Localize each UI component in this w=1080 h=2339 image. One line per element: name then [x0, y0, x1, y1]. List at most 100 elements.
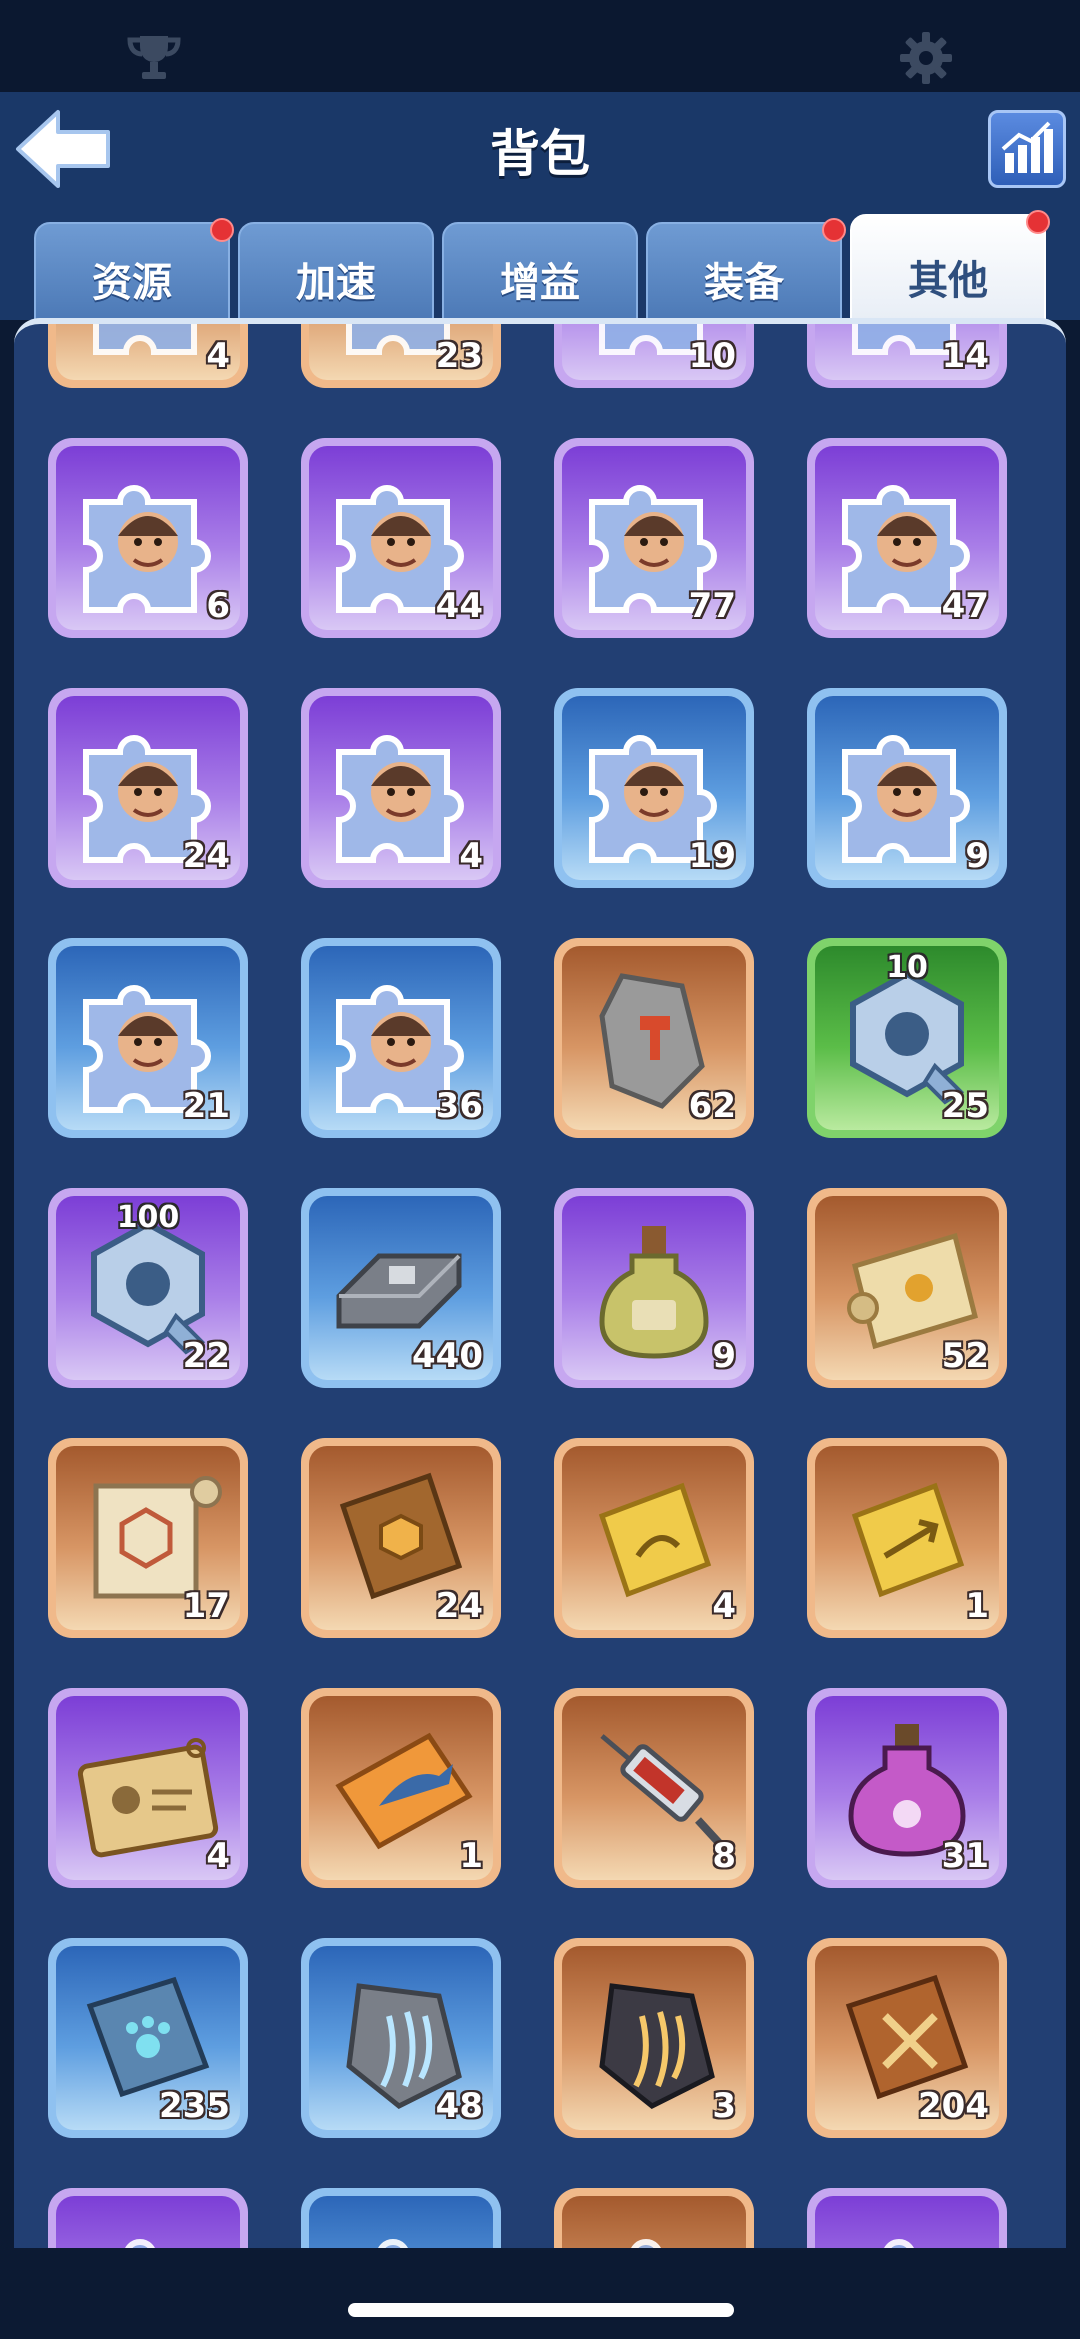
item-slot[interactable]: 62 [554, 938, 754, 1138]
item-slot[interactable]: 23 [301, 324, 501, 388]
item-slot-frame: 14 [815, 324, 999, 380]
item-count: 21 [182, 1086, 230, 1126]
item-count: 31 [941, 1836, 989, 1876]
tab-bar: 资源 加速 增益 装备 其他 [0, 200, 1080, 322]
item-count: 24 [435, 1586, 483, 1626]
item-slot-frame [815, 2196, 999, 2254]
item-slot[interactable]: 4 [301, 688, 501, 888]
item-slot[interactable]: 44 [301, 438, 501, 638]
item-slot[interactable]: 440 [301, 1188, 501, 1388]
item-slot[interactable]: 1 [807, 1438, 1007, 1638]
item-slot[interactable]: 235 [48, 1938, 248, 2138]
item-slot[interactable]: 100 22 [48, 1188, 248, 1388]
item-slot-frame: 440 [309, 1196, 493, 1380]
puzzle-icon [346, 2239, 450, 2254]
item-slot[interactable]: 8 [554, 1688, 754, 1888]
inventory-panel[interactable]: 4 23 10 14 6 44 77 47 24 4 19 9 21 36 62 10 25 100 22 440 9 5… [14, 318, 1066, 2254]
item-slot[interactable]: 4 [554, 1438, 754, 1638]
item-count: 10 [688, 336, 736, 376]
item-count: 6 [206, 586, 230, 626]
item-slot[interactable]: 204 [807, 1938, 1007, 2138]
item-slot[interactable] [807, 2188, 1007, 2254]
header: 背包 [0, 92, 1080, 210]
item-slot[interactable]: 9 [554, 1188, 754, 1388]
item-slot[interactable]: 19 [554, 688, 754, 888]
item-slot[interactable]: 47 [807, 438, 1007, 638]
item-slot-frame: 31 [815, 1696, 999, 1880]
gear-icon[interactable] [896, 28, 956, 88]
item-count: 9 [712, 1336, 736, 1376]
item-slot-frame: 6 [56, 446, 240, 630]
item-slot-frame: 10 [562, 324, 746, 380]
item-slot[interactable]: 24 [301, 1438, 501, 1638]
item-slot-frame: 52 [815, 1196, 999, 1380]
item-slot[interactable]: 24 [48, 688, 248, 888]
item-count: 23 [435, 336, 483, 376]
item-count: 4 [712, 1586, 736, 1626]
item-slot[interactable]: 10 25 [807, 938, 1007, 1138]
item-slot[interactable]: 31 [807, 1688, 1007, 1888]
item-top-label: 100 [116, 1200, 180, 1235]
item-slot[interactable]: 4 [48, 1688, 248, 1888]
item-count: 3 [712, 2086, 736, 2126]
item-slot[interactable]: 21 [48, 938, 248, 1138]
item-count: 1 [965, 1586, 989, 1626]
item-slot[interactable]: 9 [807, 688, 1007, 888]
bar-chart-icon [1001, 121, 1053, 173]
item-slot[interactable] [301, 2188, 501, 2254]
item-slot-frame: 62 [562, 946, 746, 1130]
item-slot[interactable]: 14 [807, 324, 1007, 388]
notification-badge [210, 218, 234, 242]
item-slot[interactable]: 48 [301, 1938, 501, 2138]
item-count: 47 [941, 586, 989, 626]
tab-other[interactable]: 其他 [850, 210, 1050, 322]
item-slot-frame: 24 [56, 696, 240, 880]
tab-resources[interactable]: 资源 [34, 218, 234, 322]
status-bar [0, 0, 1080, 92]
tab-label: 资源 [92, 260, 172, 306]
tab-boosts[interactable]: 增益 [442, 222, 638, 322]
item-slot-frame: 8 [562, 1696, 746, 1880]
item-slot[interactable]: 52 [807, 1188, 1007, 1388]
tab-speedups[interactable]: 加速 [238, 222, 434, 322]
item-slot-frame: 21 [56, 946, 240, 1130]
item-slot-frame [309, 2196, 493, 2254]
item-slot-frame: 204 [815, 1946, 999, 2130]
tab-label: 装备 [704, 260, 784, 306]
item-slot-frame: 4 [56, 324, 240, 380]
puzzle-icon [599, 2239, 703, 2254]
item-slot-frame: 4 [56, 1696, 240, 1880]
item-slot[interactable]: 3 [554, 1938, 754, 2138]
item-slot[interactable]: 77 [554, 438, 754, 638]
item-count: 4 [206, 336, 230, 376]
item-slot[interactable] [48, 2188, 248, 2254]
item-slot[interactable]: 6 [48, 438, 248, 638]
item-slot-frame: 100 22 [56, 1196, 240, 1380]
item-count: 9 [965, 836, 989, 876]
item-slot[interactable]: 17 [48, 1438, 248, 1638]
trophy-icon[interactable] [124, 28, 184, 88]
home-indicator[interactable] [348, 2303, 734, 2317]
item-slot[interactable]: 36 [301, 938, 501, 1138]
item-count: 24 [182, 836, 230, 876]
item-slot[interactable] [554, 2188, 754, 2254]
item-grid: 4 23 10 14 6 44 77 47 24 4 19 9 21 36 62 10 25 100 22 440 9 5… [14, 324, 1066, 2254]
item-slot-frame: 17 [56, 1446, 240, 1630]
item-slot-frame: 4 [309, 696, 493, 880]
tab-equipment[interactable]: 装备 [646, 218, 846, 322]
item-slot[interactable]: 10 [554, 324, 754, 388]
item-count: 204 [918, 2086, 989, 2126]
item-slot-frame: 19 [562, 696, 746, 880]
item-slot-frame: 36 [309, 946, 493, 1130]
item-slot-frame: 47 [815, 446, 999, 630]
item-slot-frame: 44 [309, 446, 493, 630]
item-count: 44 [435, 586, 483, 626]
item-slot[interactable]: 4 [48, 324, 248, 388]
item-count: 440 [412, 1336, 483, 1376]
item-slot[interactable]: 1 [301, 1688, 501, 1888]
item-count: 77 [688, 586, 736, 626]
item-slot-frame: 77 [562, 446, 746, 630]
item-slot-frame: 9 [815, 696, 999, 880]
item-slot-frame: 3 [562, 1946, 746, 2130]
stats-button[interactable] [988, 110, 1066, 188]
